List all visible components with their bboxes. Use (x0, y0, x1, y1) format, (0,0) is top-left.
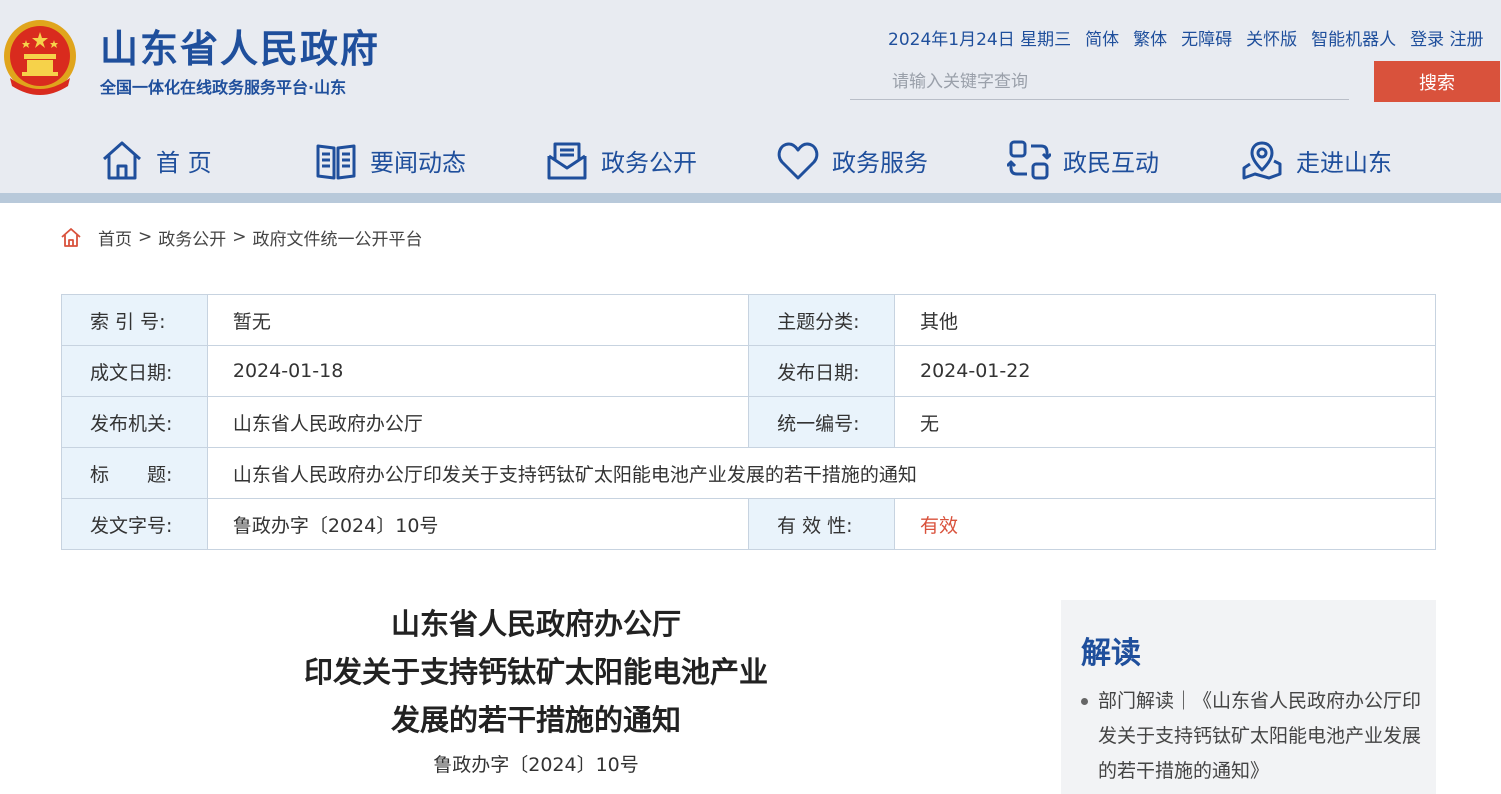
index-value: 暂无 (206, 294, 750, 346)
table-row: 发文字号: 鲁政办字〔2024〕10号 有 效 性: 有效 (61, 498, 1436, 550)
exchange-icon (1007, 140, 1051, 180)
nav-item-services[interactable]: 政务服务 (776, 130, 928, 190)
breadcrumb: 首页 > 政务公开 > 政府文件统一公开平台 (60, 224, 423, 250)
interpretation-heading: 解读 (1081, 636, 1141, 671)
breadcrumb-separator: > (138, 227, 153, 247)
table-row: 成文日期: 2024-01-18 发布日期: 2024-01-22 (61, 345, 1436, 397)
document-number: 鲁政办字〔2024〕10号 (433, 754, 639, 776)
document-title-line: 发展的若干措施的通知 (390, 703, 681, 737)
register-link[interactable]: 注册 (1450, 25, 1484, 50)
envelope-icon (547, 142, 587, 180)
login-link[interactable]: 登录 (1410, 25, 1444, 50)
published-date-label: 发布日期: (748, 345, 895, 397)
map-pin-icon (1242, 141, 1282, 180)
search-input[interactable] (850, 64, 1349, 100)
table-row: 索 引 号: 暂无 主题分类: 其他 (61, 294, 1436, 346)
nav-label: 走进山东 (1296, 148, 1392, 177)
breadcrumb-doc-platform[interactable]: 政府文件统一公开平台 (253, 225, 423, 250)
written-date-label: 成文日期: (61, 345, 208, 397)
header-divider (0, 193, 1501, 203)
nav-item-gov-affairs[interactable]: 政务公开 (545, 130, 697, 190)
book-icon (316, 144, 356, 180)
nav-label: 要闻动态 (370, 148, 466, 177)
doc-number-value: 鲁政办字〔2024〕10号 (206, 498, 750, 550)
index-label: 索 引 号: (61, 294, 208, 346)
title-value: 山东省人民政府办公厅印发关于支持钙钛矿太阳能电池产业发展的若干措施的通知 (206, 447, 1437, 499)
site-title[interactable]: 山东省人民政府 (100, 18, 380, 73)
issuer-label: 发布机关: (61, 396, 208, 448)
issuer-value: 山东省人民政府办公厅 (206, 396, 750, 448)
elderly-care-mode-link[interactable]: 关怀版 (1246, 25, 1297, 50)
breadcrumb-gov-affairs[interactable]: 政务公开 (158, 225, 226, 250)
home-icon (103, 141, 141, 180)
document-title-line: 印发关于支持钙钛矿太阳能电池产业 (303, 655, 768, 689)
table-row: 标 题: 山东省人民政府办公厅印发关于支持钙钛矿太阳能电池产业发展的若干措施的通… (61, 447, 1437, 499)
nav-label: 政民互动 (1063, 148, 1159, 177)
nav-label: 首 页 (156, 148, 212, 177)
topic-label: 主题分类: (748, 294, 895, 346)
validity-label: 有 效 性: (748, 498, 895, 550)
bullet-icon (1081, 698, 1088, 705)
document-info-table: 索 引 号: 暂无 主题分类: 其他 成文日期: 2024-01-18 发布日期… (61, 294, 1437, 550)
nav-item-about-shandong[interactable]: 走进山东 (1240, 130, 1392, 190)
interpretation-panel: 解读 部门解读｜《山东省人民政府办公厅印发关于支持钙钛矿太阳能电池产业发展的若干… (1061, 600, 1436, 794)
breadcrumb-home[interactable]: 首页 (98, 225, 132, 250)
serial-number-label: 统一编号: (748, 396, 895, 448)
site-subtitle: 全国一体化在线政务服务平台·山东 (100, 78, 347, 97)
document-title: 山东省人民政府办公厅 印发关于支持钙钛矿太阳能电池产业 发展的若干措施的通知 (280, 600, 792, 744)
heart-icon (777, 142, 819, 180)
home-icon[interactable] (60, 226, 82, 248)
smart-robot-link[interactable]: 智能机器人 (1311, 25, 1396, 50)
validity-value: 有效 (894, 498, 1436, 550)
written-date-value: 2024-01-18 (206, 345, 750, 397)
table-row: 发布机关: 山东省人民政府办公厅 统一编号: 无 (61, 396, 1436, 448)
login-register-group: 登录 注册 (1410, 25, 1484, 50)
interpretation-list-item: 部门解读｜《山东省人民政府办公厅印发关于支持钙钛矿太阳能电池产业发展的若干措施的… (1081, 684, 1421, 789)
accessibility-link[interactable]: 无障碍 (1181, 25, 1232, 50)
serial-number-value: 无 (894, 396, 1436, 448)
nav-item-news[interactable]: 要闻动态 (314, 130, 466, 190)
nav-item-home[interactable]: 首 页 (100, 130, 212, 190)
document-title-line: 山东省人民政府办公厅 (390, 607, 681, 641)
breadcrumb-separator: > (232, 227, 247, 247)
nav-label: 政务服务 (832, 148, 928, 177)
published-date-value: 2024-01-22 (894, 345, 1436, 397)
title-label: 标 题: (61, 447, 208, 499)
nav-label: 政务公开 (601, 148, 697, 177)
simplified-chinese-link[interactable]: 简体 (1085, 25, 1119, 50)
nav-item-interaction[interactable]: 政民互动 (1007, 130, 1159, 190)
topic-value: 其他 (894, 294, 1436, 346)
main-navigation: 首 页 要闻动态 政务公开 政务服务 政民互动 走进山东 (0, 130, 1501, 190)
interpretation-link[interactable]: 部门解读｜《山东省人民政府办公厅印发关于支持钙钛矿太阳能电池产业发展的若干措施的… (1098, 684, 1421, 789)
search-button[interactable]: 搜索 (1374, 61, 1500, 102)
site-header: 山东省人民政府 全国一体化在线政务服务平台·山东 2024年1月24日 星期三 … (0, 0, 1501, 194)
current-date: 2024年1月24日 星期三 (888, 30, 1072, 50)
topbar: 2024年1月24日 星期三 简体 繁体 无障碍 关怀版 智能机器人 登录 注册 (888, 25, 1484, 50)
traditional-chinese-link[interactable]: 繁体 (1133, 25, 1167, 50)
doc-number-label: 发文字号: (61, 498, 208, 550)
national-emblem-icon[interactable] (2, 16, 78, 100)
